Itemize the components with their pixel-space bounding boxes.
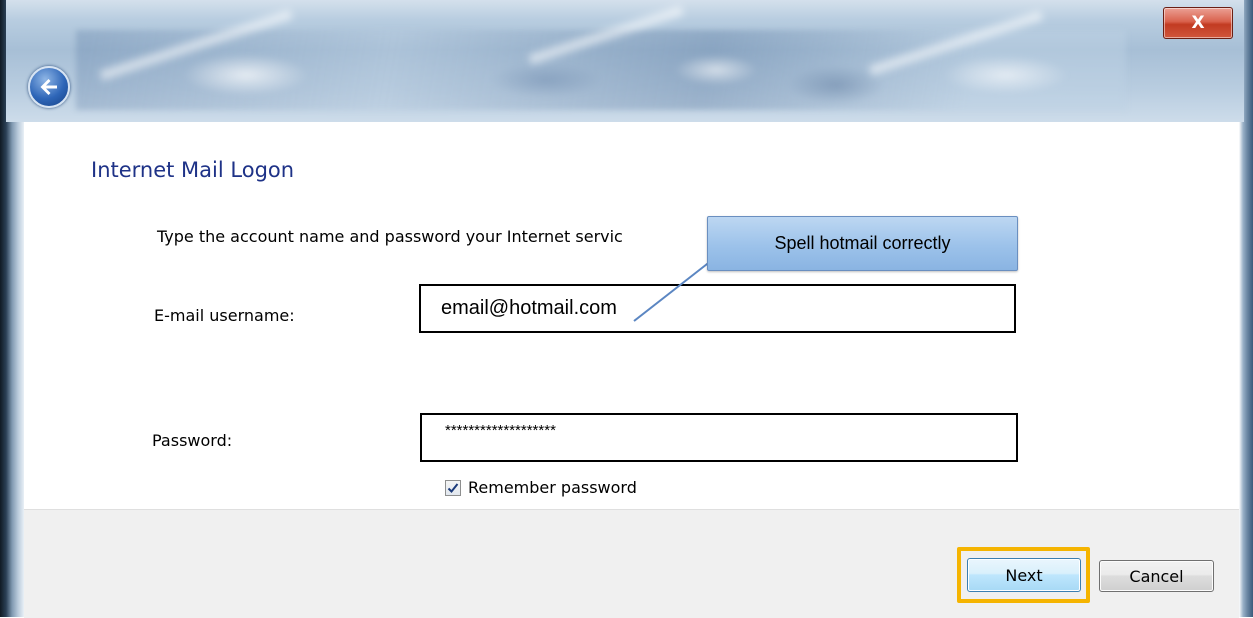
close-icon: X	[1191, 13, 1205, 33]
annotation-callout: Spell hotmail correctly	[707, 216, 1018, 271]
instruction-text: Type the account name and password your …	[157, 227, 623, 246]
password-label: Password:	[152, 431, 233, 450]
username-label: E-mail username:	[154, 306, 295, 325]
username-field[interactable]	[421, 286, 1014, 331]
callout-text: Spell hotmail correctly	[774, 233, 951, 253]
remember-password-checkbox[interactable]	[445, 480, 461, 496]
cancel-button[interactable]: Cancel	[1099, 560, 1214, 592]
username-field-box[interactable]	[419, 284, 1016, 333]
back-arrow-icon	[40, 79, 57, 95]
close-button[interactable]: X	[1163, 7, 1233, 39]
page-title: Internet Mail Logon	[91, 158, 295, 182]
next-button-label: Next	[1005, 565, 1043, 585]
back-button[interactable]	[28, 66, 70, 108]
checkmark-icon	[447, 483, 459, 493]
next-button[interactable]: Next	[967, 558, 1081, 592]
password-field[interactable]	[422, 415, 1016, 460]
remember-password-label[interactable]: Remember password	[468, 478, 637, 497]
cancel-button-label: Cancel	[1129, 566, 1184, 586]
password-field-box[interactable]	[420, 413, 1018, 462]
title-bar	[6, 0, 1244, 122]
